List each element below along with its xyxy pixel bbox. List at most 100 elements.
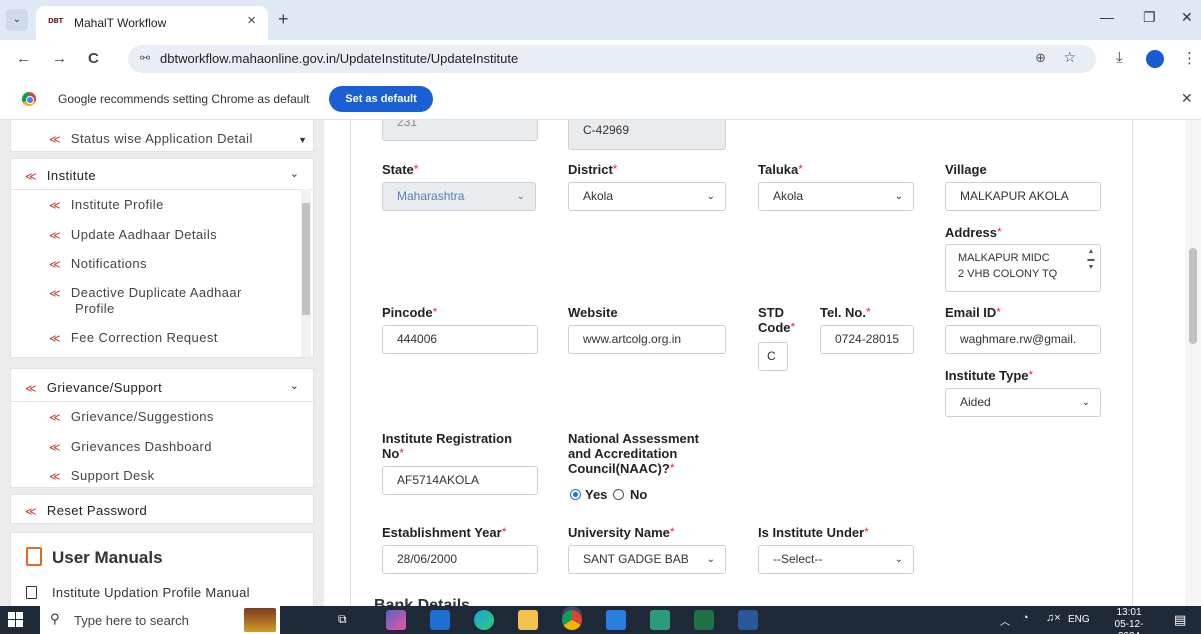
chrome-taskbar-icon[interactable] xyxy=(562,610,582,630)
institute-scroll-thumb[interactable] xyxy=(302,203,310,315)
institute-updation-manual-link[interactable]: Institute Updation Profile Manual xyxy=(52,585,250,600)
window-close-button[interactable]: ✕ xyxy=(1181,9,1193,26)
bookmark-star-icon[interactable]: ☆ xyxy=(1063,49,1076,66)
notification-center-icon[interactable]: ▤ xyxy=(1174,612,1186,628)
sidebar-item-status-wise[interactable]: ≪ Status wise Application Detail xyxy=(49,131,324,146)
edge-browser-icon[interactable] xyxy=(474,610,494,630)
university-name-select[interactable]: SANT GADGE BAB ⌄ xyxy=(568,545,726,574)
main-content: 231 C-42969 State* Maharashtra ⌄ Distric… xyxy=(324,120,1201,606)
sidebar-item-institute-profile[interactable]: ≪ Institute Profile xyxy=(49,197,324,212)
profile-avatar-icon[interactable] xyxy=(1146,50,1164,68)
sidebar-header-institute[interactable]: ≪ Institute xyxy=(25,168,324,183)
institute-scrollbar[interactable] xyxy=(301,189,311,357)
address-textarea[interactable]: MALKAPUR MIDC 2 VHB COLONY TQ ▲ ▬ ▼ xyxy=(945,244,1101,292)
photos-app-icon[interactable] xyxy=(650,610,670,630)
window-minimize-button[interactable]: — xyxy=(1100,9,1114,25)
tab-close-icon[interactable]: × xyxy=(247,12,256,29)
url-text[interactable]: dbtworkflow.mahaonline.gov.in/UpdateInst… xyxy=(160,51,518,66)
chrome-logo-icon xyxy=(22,92,36,106)
collapse-caret-icon[interactable]: ⌄ xyxy=(290,379,299,392)
sidebar-item-label: Profile xyxy=(75,301,115,316)
institute-type-select[interactable]: Aided ⌄ xyxy=(945,388,1101,417)
sidebar-item-deactive-duplicate[interactable]: ≪ Deactive Duplicate Aadhaar xyxy=(49,285,324,300)
sidebar-item-grievances-dashboard[interactable]: ≪ Grievances Dashboard xyxy=(49,439,324,454)
tab-search-button[interactable]: ⌄ xyxy=(6,9,28,31)
new-tab-button[interactable]: + xyxy=(278,9,289,30)
file-explorer-icon[interactable] xyxy=(518,610,538,630)
address-bar[interactable]: ⚯ dbtworkflow.mahaonline.gov.in/UpdateIn… xyxy=(128,45,1096,73)
site-info-icon[interactable]: ⚯ xyxy=(140,51,150,65)
district-select[interactable]: Akola ⌄ xyxy=(568,182,726,211)
state-label: State* xyxy=(382,162,419,177)
user-manuals-title: User Manuals xyxy=(52,548,163,567)
chevron-icon: ≪ xyxy=(49,333,61,345)
registration-no-input[interactable]: AF5714AKOLA xyxy=(382,466,538,495)
sidebar-item-support-desk[interactable]: ≪ Support Desk xyxy=(49,468,324,483)
partial-top-left-field[interactable]: 231 xyxy=(382,120,538,141)
active-tab[interactable]: DBT MahalT Workflow × xyxy=(36,6,268,40)
windows-start-icon[interactable] xyxy=(8,612,24,628)
tray-overflow-icon[interactable]: ︿ xyxy=(1000,613,1010,628)
chevron-down-icon: ⌄ xyxy=(516,191,525,202)
establishment-year-input[interactable]: 28/06/2000 xyxy=(382,545,538,574)
sidebar-header-grievance[interactable]: ≪ Grievance/Support xyxy=(25,380,324,395)
network-icon[interactable]: ◔ xyxy=(1022,612,1029,624)
volume-muted-icon[interactable]: ♫× xyxy=(1046,612,1061,624)
excel-app-icon[interactable] xyxy=(694,610,714,630)
website-input[interactable]: www.artcolg.org.in xyxy=(568,325,726,354)
partial-top-right-field[interactable]: C-42969 xyxy=(568,120,726,150)
sidebar-item-fee-correction[interactable]: ≪ Fee Correction Request xyxy=(49,330,324,345)
institute-type-label: Institute Type* xyxy=(945,368,1034,383)
sidebar-item-update-aadhaar[interactable]: ≪ Update Aadhaar Details xyxy=(49,227,324,242)
page-scroll-thumb[interactable] xyxy=(1189,248,1197,344)
collapse-caret-icon[interactable]: ⌄ xyxy=(290,167,299,180)
word-app-icon[interactable] xyxy=(738,610,758,630)
sidebar-item-reset-password[interactable]: ≪ Reset Password xyxy=(25,503,324,518)
windows-taskbar: ⚲ Type here to search ⧉ ︿ ◔ ♫× ENG 13:01… xyxy=(0,606,1201,634)
std-code-input[interactable]: C xyxy=(758,342,788,371)
reload-icon[interactable]: C xyxy=(88,50,99,67)
sidebar-item-label: Institute Profile xyxy=(70,197,164,212)
taluka-select[interactable]: Akola ⌄ xyxy=(758,182,914,211)
scroll-down-arrow-icon[interactable]: ▼ xyxy=(298,135,307,145)
naac-yes-radio[interactable] xyxy=(570,489,581,500)
sidebar-section-reset: ≪ Reset Password xyxy=(10,494,314,524)
back-icon[interactable]: ← xyxy=(16,50,31,67)
naac-no-label[interactable]: No xyxy=(630,487,647,502)
set-as-default-button[interactable]: Set as default xyxy=(329,86,433,112)
mail-app-icon[interactable] xyxy=(430,610,450,630)
language-indicator[interactable]: ENG xyxy=(1068,614,1090,625)
chevron-icon: ≪ xyxy=(25,506,37,518)
store-app-icon[interactable] xyxy=(606,610,626,630)
taskbar-search-placeholder: Type here to search xyxy=(74,613,189,628)
email-input[interactable]: waghmare.rw@gmail. xyxy=(945,325,1101,354)
window-restore-button[interactable]: ❐ xyxy=(1143,9,1156,26)
district-value: Akola xyxy=(583,189,614,203)
chevron-icon: ≪ xyxy=(49,412,61,424)
state-select[interactable]: Maharashtra ⌄ xyxy=(382,182,536,211)
browser-menu-icon[interactable]: ⋮ xyxy=(1182,49,1197,67)
forward-icon[interactable]: → xyxy=(52,50,67,67)
sidebar-item-grievance-suggestions[interactable]: ≪ Grievance/Suggestions xyxy=(49,409,324,424)
textarea-scroll-icon[interactable]: ▲ ▬ ▼ xyxy=(1086,248,1096,272)
village-input[interactable]: MALKAPUR AKOLA xyxy=(945,182,1101,211)
naac-yes-label[interactable]: Yes xyxy=(585,487,607,502)
chevron-down-icon: ⌄ xyxy=(1081,397,1090,408)
taskbar-clock[interactable]: 13:01 05-12-2024 xyxy=(1106,607,1152,634)
chevron-icon: ≪ xyxy=(49,200,61,212)
naac-no-radio[interactable] xyxy=(613,489,624,500)
infobar-close-icon[interactable]: ✕ xyxy=(1181,90,1193,107)
sidebar-item-notifications[interactable]: ≪ Notifications xyxy=(49,256,324,271)
sidebar-item-label: Grievance/Suggestions xyxy=(70,409,214,424)
institute-under-select[interactable]: --Select-- ⌄ xyxy=(758,545,914,574)
page-scrollbar[interactable] xyxy=(1185,120,1201,606)
pincode-input[interactable]: 444006 xyxy=(382,325,538,354)
sidebar-item-label: Reset Password xyxy=(46,503,148,518)
zoom-icon[interactable]: ⊕ xyxy=(1035,50,1046,66)
download-icon[interactable]: ⤓ xyxy=(1116,49,1123,66)
copilot-app-icon[interactable] xyxy=(386,610,406,630)
sidebar-item-deactive-duplicate-line2[interactable]: Profile xyxy=(75,301,324,316)
taskbar-search-box[interactable]: ⚲ Type here to search xyxy=(40,606,280,634)
tel-no-input[interactable]: 0724-28015 xyxy=(820,325,914,354)
task-view-icon[interactable]: ⧉ xyxy=(338,612,347,627)
